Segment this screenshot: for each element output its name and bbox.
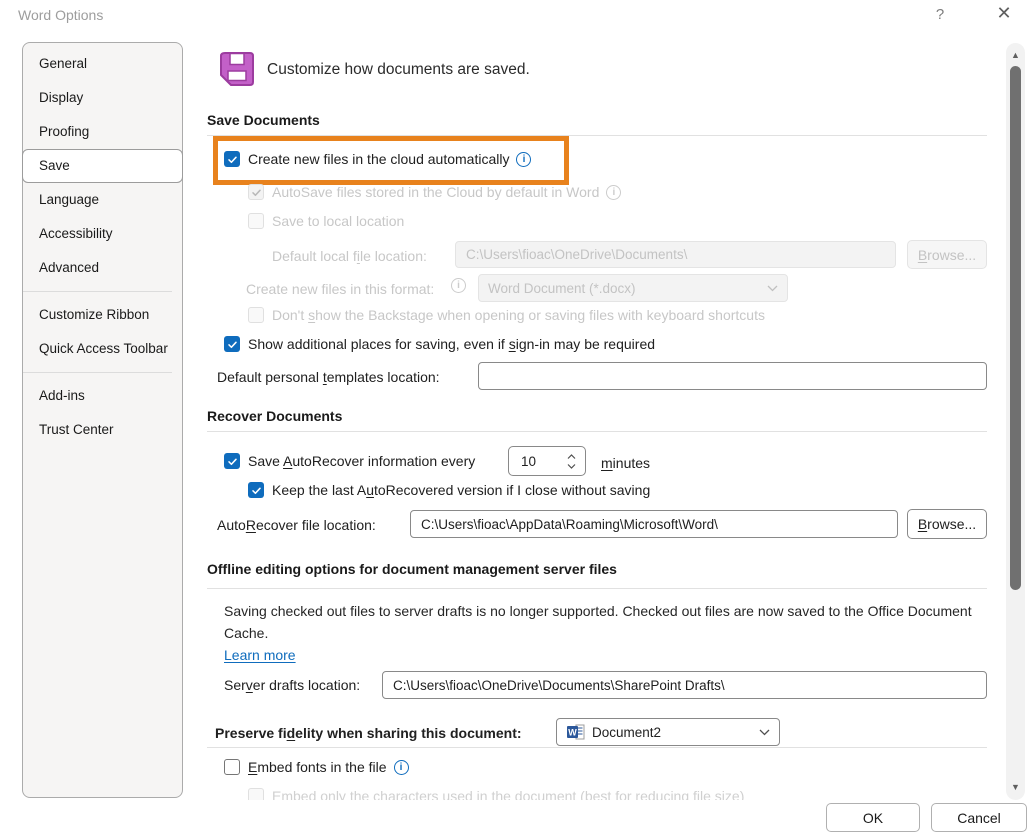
autorecover-minutes-value[interactable]: 10 xyxy=(509,454,567,469)
section-heading-offline: Offline editing options for document man… xyxy=(207,561,617,577)
save-autorecover-checkbox[interactable] xyxy=(224,453,240,469)
svg-text:W: W xyxy=(568,727,577,737)
default-local-location-label: Default local file location: xyxy=(272,248,427,264)
show-additional-places-checkbox[interactable] xyxy=(224,336,240,352)
autosave-cloud-row: AutoSave files stored in the Cloud by de… xyxy=(248,184,621,200)
word-document-icon: W xyxy=(566,724,585,741)
section-divider xyxy=(207,431,987,432)
embed-chars-label: Embed only the characters used in the do… xyxy=(272,788,744,800)
preserve-fidelity-label: Preserve fidelity when sharing this docu… xyxy=(215,725,522,741)
chevron-down-icon xyxy=(767,285,778,292)
browse-local-button: Browse... xyxy=(907,240,987,269)
word-options-dialog: Word Options ? ✕ General Display Proofin… xyxy=(0,0,1031,840)
browse-autorecover-button[interactable]: Browse... xyxy=(907,509,987,539)
save-local-label: Save to local location xyxy=(272,213,404,229)
server-drafts-label: Server drafts location: xyxy=(224,677,360,693)
embed-fonts-row: Embed fonts in the file i xyxy=(224,759,409,775)
autorecover-location-label: AutoRecover file location: xyxy=(217,517,376,533)
preserve-fidelity-value: Document2 xyxy=(592,725,759,740)
highlight-box xyxy=(213,136,569,185)
autorecover-interval-row: Save AutoRecover information every xyxy=(224,453,475,469)
autosave-cloud-checkbox xyxy=(248,184,264,200)
autorecover-minutes-spinner[interactable]: 10 xyxy=(508,446,586,476)
file-format-label: Create new files in this format: xyxy=(246,281,434,297)
info-icon[interactable]: i xyxy=(394,760,409,775)
content-area: Customize how documents are saved. Save … xyxy=(0,0,1006,800)
learn-more-link[interactable]: Learn more xyxy=(224,647,296,663)
keep-last-autorecovered-checkbox[interactable] xyxy=(248,482,264,498)
save-autorecover-label: Save AutoRecover information every xyxy=(248,453,475,469)
spin-down-icon[interactable] xyxy=(567,463,576,469)
scroll-down-icon[interactable]: ▼ xyxy=(1006,782,1025,792)
info-icon: i xyxy=(606,185,621,200)
section-heading-recover-documents: Recover Documents xyxy=(207,408,342,424)
embed-fonts-checkbox[interactable] xyxy=(224,759,240,775)
show-additional-places-row: Show additional places for saving, even … xyxy=(224,336,655,352)
backstage-checkbox xyxy=(248,307,264,323)
file-format-dropdown: Word Document (*.docx) xyxy=(478,274,788,302)
section-heading-save-documents: Save Documents xyxy=(207,112,320,128)
keep-last-autorecovered-row: Keep the last AutoRecovered version if I… xyxy=(248,482,650,498)
default-local-location-input: C:\Users\fioac\OneDrive\Documents\ xyxy=(455,241,896,268)
backstage-row: Don't show the Backstage when opening or… xyxy=(248,307,765,323)
section-divider xyxy=(207,747,987,748)
section-divider xyxy=(207,588,987,589)
scroll-up-icon[interactable]: ▲ xyxy=(1006,50,1025,60)
cancel-button[interactable]: Cancel xyxy=(931,803,1027,832)
chevron-down-icon[interactable] xyxy=(759,729,770,736)
scrollbar-thumb[interactable] xyxy=(1010,66,1021,590)
info-icon: i xyxy=(451,278,466,293)
backstage-label: Don't show the Backstage when opening or… xyxy=(272,307,765,323)
embed-fonts-label: Embed fonts in the file xyxy=(248,759,387,775)
ok-button[interactable]: OK xyxy=(826,803,920,832)
save-local-row: Save to local location xyxy=(248,213,404,229)
personal-templates-label: Default personal templates location: xyxy=(217,369,440,385)
preserve-fidelity-dropdown[interactable]: W Document2 xyxy=(556,718,780,746)
keep-last-autorecovered-label: Keep the last AutoRecovered version if I… xyxy=(272,482,650,498)
save-local-checkbox xyxy=(248,213,264,229)
save-floppy-icon xyxy=(218,50,256,93)
server-drafts-input[interactable]: C:\Users\fioac\OneDrive\Documents\ShareP… xyxy=(382,671,987,699)
offline-note: Saving checked out files to server draft… xyxy=(224,601,972,644)
page-title: Customize how documents are saved. xyxy=(267,61,530,79)
file-format-value: Word Document (*.docx) xyxy=(488,281,767,296)
minutes-label: minutes xyxy=(601,455,650,471)
show-additional-places-label: Show additional places for saving, even … xyxy=(248,336,655,352)
personal-templates-input[interactable] xyxy=(478,362,987,390)
embed-chars-checkbox xyxy=(248,788,264,800)
spin-up-icon[interactable] xyxy=(567,454,576,460)
autorecover-location-input[interactable]: C:\Users\fioac\AppData\Roaming\Microsoft… xyxy=(410,510,898,538)
autosave-cloud-label: AutoSave files stored in the Cloud by de… xyxy=(272,184,599,200)
embed-chars-row: Embed only the characters used in the do… xyxy=(248,788,744,800)
